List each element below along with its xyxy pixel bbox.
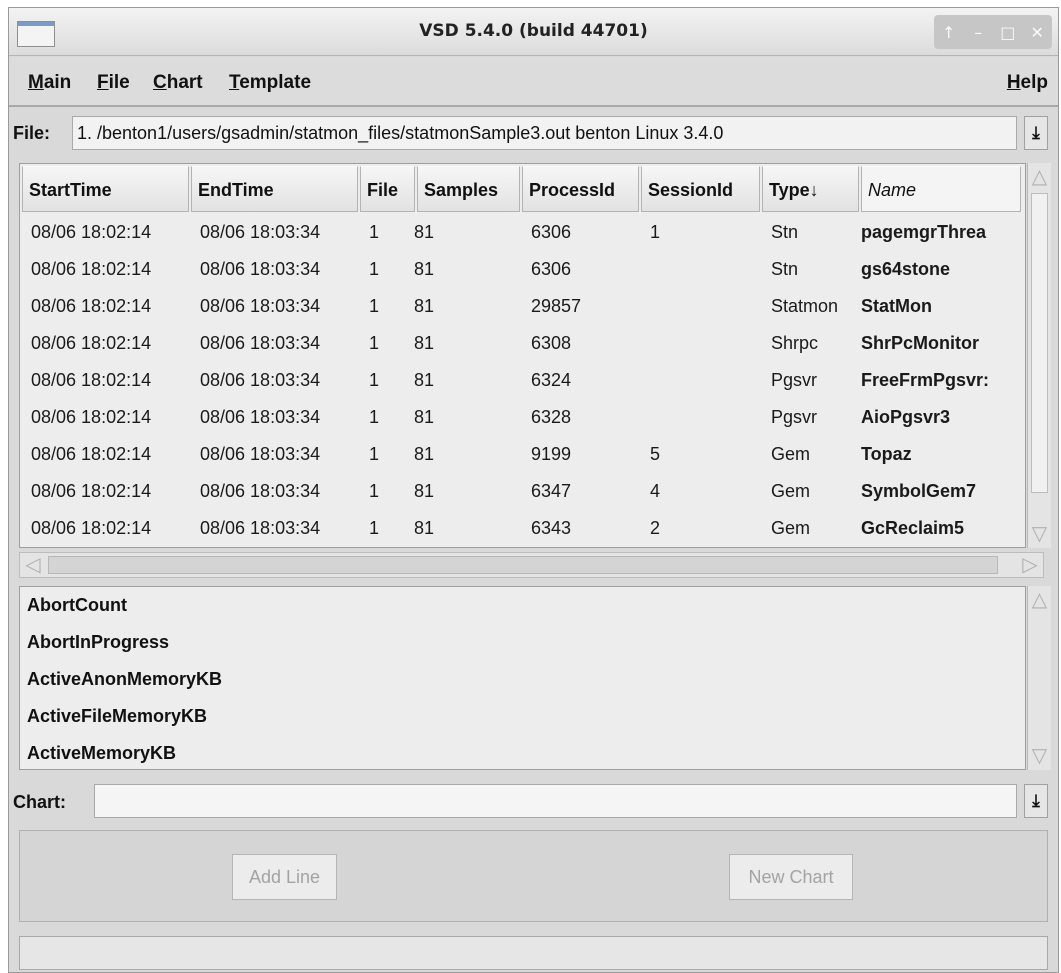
scroll-down-icon[interactable]: ▽ (1028, 520, 1051, 548)
status-bar (19, 936, 1048, 970)
window-controls: ↑ – □ ✕ (934, 15, 1052, 49)
table-header: StartTime EndTime File Samples ProcessId… (20, 164, 1025, 214)
table-row[interactable]: 08/06 18:02:14 08/06 18:03:34 1 81 29857… (20, 289, 1025, 326)
column-header-type[interactable]: Type↓ (762, 166, 859, 212)
table-hscroll-thumb[interactable] (48, 556, 998, 574)
table-row[interactable]: 08/06 18:02:14 08/06 18:03:34 1 81 6306 … (20, 252, 1025, 289)
table-row[interactable]: 08/06 18:02:14 08/06 18:03:34 1 81 6343 … (20, 511, 1025, 547)
column-header-samples[interactable]: Samples (417, 166, 520, 212)
scroll-right-icon[interactable]: ▷ (1017, 551, 1043, 579)
minimize-icon[interactable]: – (965, 23, 991, 42)
column-header-endtime[interactable]: EndTime (191, 166, 358, 212)
chart-dropdown-icon[interactable]: ⤓ (1024, 784, 1048, 818)
file-selector[interactable]: 1. /benton1/users/gsadmin/statmon_files/… (72, 116, 1017, 150)
keep-above-icon[interactable]: ↑ (936, 23, 962, 42)
new-chart-button[interactable]: New Chart (729, 854, 853, 900)
menu-bar: Main File Chart Template Help (9, 57, 1058, 107)
window-title: VSD 5.4.0 (build 44701) (419, 21, 648, 41)
scroll-left-icon[interactable]: ◁ (20, 551, 46, 579)
table-row[interactable]: 08/06 18:02:14 08/06 18:03:34 1 81 6347 … (20, 474, 1025, 511)
column-header-starttime[interactable]: StartTime (22, 166, 189, 212)
title-bar[interactable]: VSD 5.4.0 (build 44701) ↑ – □ ✕ (9, 8, 1058, 56)
list-vertical-scrollbar[interactable]: △ ▽ (1027, 586, 1051, 770)
process-table: StartTime EndTime File Samples ProcessId… (19, 163, 1026, 548)
table-row[interactable]: 08/06 18:02:14 08/06 18:03:34 1 81 6324 … (20, 363, 1025, 400)
menu-chart[interactable]: Chart (153, 72, 203, 94)
maximize-icon[interactable]: □ (995, 23, 1021, 42)
list-item[interactable]: AbortInProgress (27, 632, 169, 653)
scroll-down-icon[interactable]: ▽ (1028, 742, 1051, 770)
table-row[interactable]: 08/06 18:02:14 08/06 18:03:34 1 81 6328 … (20, 400, 1025, 437)
menu-main[interactable]: Main (28, 72, 71, 94)
close-icon[interactable]: ✕ (1024, 23, 1050, 42)
table-horizontal-scrollbar[interactable]: ◁ ▷ (19, 552, 1044, 578)
table-row[interactable]: 08/06 18:02:14 08/06 18:03:34 1 81 6306 … (20, 215, 1025, 252)
chart-selector[interactable] (94, 784, 1017, 818)
list-item[interactable]: ActiveMemoryKB (27, 743, 176, 764)
list-item[interactable]: AbortCount (27, 595, 127, 616)
file-dropdown-icon[interactable]: ⤓ (1024, 116, 1048, 150)
menu-template[interactable]: Template (229, 72, 311, 94)
table-scroll-thumb[interactable] (1031, 193, 1048, 493)
scroll-up-icon[interactable]: △ (1028, 163, 1051, 191)
list-item[interactable]: ActiveFileMemoryKB (27, 706, 207, 727)
statistics-list: AbortCount AbortInProgress ActiveAnonMem… (19, 586, 1026, 770)
scroll-up-icon[interactable]: △ (1028, 586, 1051, 614)
menu-file[interactable]: File (97, 72, 130, 94)
column-header-processid[interactable]: ProcessId (522, 166, 639, 212)
table-row[interactable]: 08/06 18:02:14 08/06 18:03:34 1 81 9199 … (20, 437, 1025, 474)
file-label: File: (13, 123, 51, 143)
table-row[interactable]: 08/06 18:02:14 08/06 18:03:34 1 81 6308 … (20, 326, 1025, 363)
column-header-name[interactable]: Name (861, 166, 1021, 212)
table-vertical-scrollbar[interactable]: △ ▽ (1027, 163, 1051, 548)
vsd-window: VSD 5.4.0 (build 44701) ↑ – □ ✕ Main Fil… (8, 7, 1059, 973)
column-header-file[interactable]: File (360, 166, 415, 212)
list-item[interactable]: ActiveAnonMemoryKB (27, 669, 222, 690)
menu-help[interactable]: Help (1007, 72, 1048, 94)
add-line-button[interactable]: Add Line (232, 854, 337, 900)
button-panel: Add Line New Chart (19, 830, 1048, 922)
chart-label: Chart: (13, 792, 66, 812)
column-header-sessionid[interactable]: SessionId (641, 166, 760, 212)
